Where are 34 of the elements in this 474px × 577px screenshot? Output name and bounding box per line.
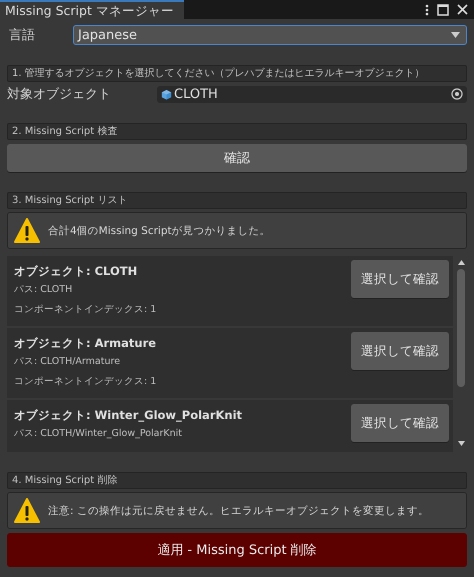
object-path: パス: CLOTH — [14, 283, 74, 297]
language-label: 言語 — [8, 27, 36, 44]
object-picker-icon[interactable] — [451, 88, 463, 100]
select-button[interactable]: 選択して確認 — [351, 404, 449, 442]
message-text: 注意: この操作は元に戻せません。ヒエラルキーオブジェクトを変更します。 — [48, 504, 429, 518]
close-icon[interactable] — [457, 4, 468, 15]
scroll-down-icon[interactable] — [458, 441, 464, 446]
warning-icon — [14, 218, 40, 244]
section-header: 2. Missing Script 検査 — [7, 123, 467, 140]
section-header: 3. Missing Script リスト — [7, 192, 467, 209]
language-dropdown[interactable]: Japanese — [73, 25, 467, 45]
cube-icon — [161, 88, 172, 100]
section-header: 1. 管理するオブジェクトを選択してください（プレハブまたはヒエラルキーオブジェクト） — [7, 65, 467, 82]
object-field[interactable]: CLOTH — [157, 86, 467, 102]
message-text: 合計4個のMissing Scriptが見つかりました。 — [48, 224, 271, 238]
field-label: 対象オブジェクト — [7, 86, 112, 103]
object-name: オブジェクト: Winter_Glow_PolarKnit — [14, 407, 244, 424]
object-path: パス: CLOTH/Armature — [14, 355, 122, 369]
object-name: オブジェクト: Armature — [14, 335, 158, 352]
object-name: オブジェクト: CLOTH — [14, 263, 138, 280]
check-button[interactable]: 確認 — [7, 144, 467, 172]
select-button[interactable]: 選択して確認 — [351, 260, 449, 298]
warning-icon — [14, 498, 40, 524]
component-index: コンポーネントインデックス: 1 — [14, 375, 158, 389]
section-header: 4. Missing Script 削除 — [7, 472, 467, 489]
component-index: コンポーネントインデックス: 1 — [14, 303, 158, 317]
delete-button[interactable]: 適用 - Missing Script 削除 — [7, 533, 467, 567]
object-path: パス: CLOTH/Winter_Glow_PolarKnit — [14, 427, 184, 441]
window-tab[interactable]: Missing Script マネージャー — [0, 0, 184, 19]
more-icon[interactable] — [425, 4, 429, 16]
caret-icon — [451, 32, 460, 38]
maximize-icon[interactable] — [437, 4, 449, 16]
select-button[interactable]: 選択して確認 — [351, 332, 449, 370]
scroll-up-icon[interactable] — [458, 260, 464, 265]
